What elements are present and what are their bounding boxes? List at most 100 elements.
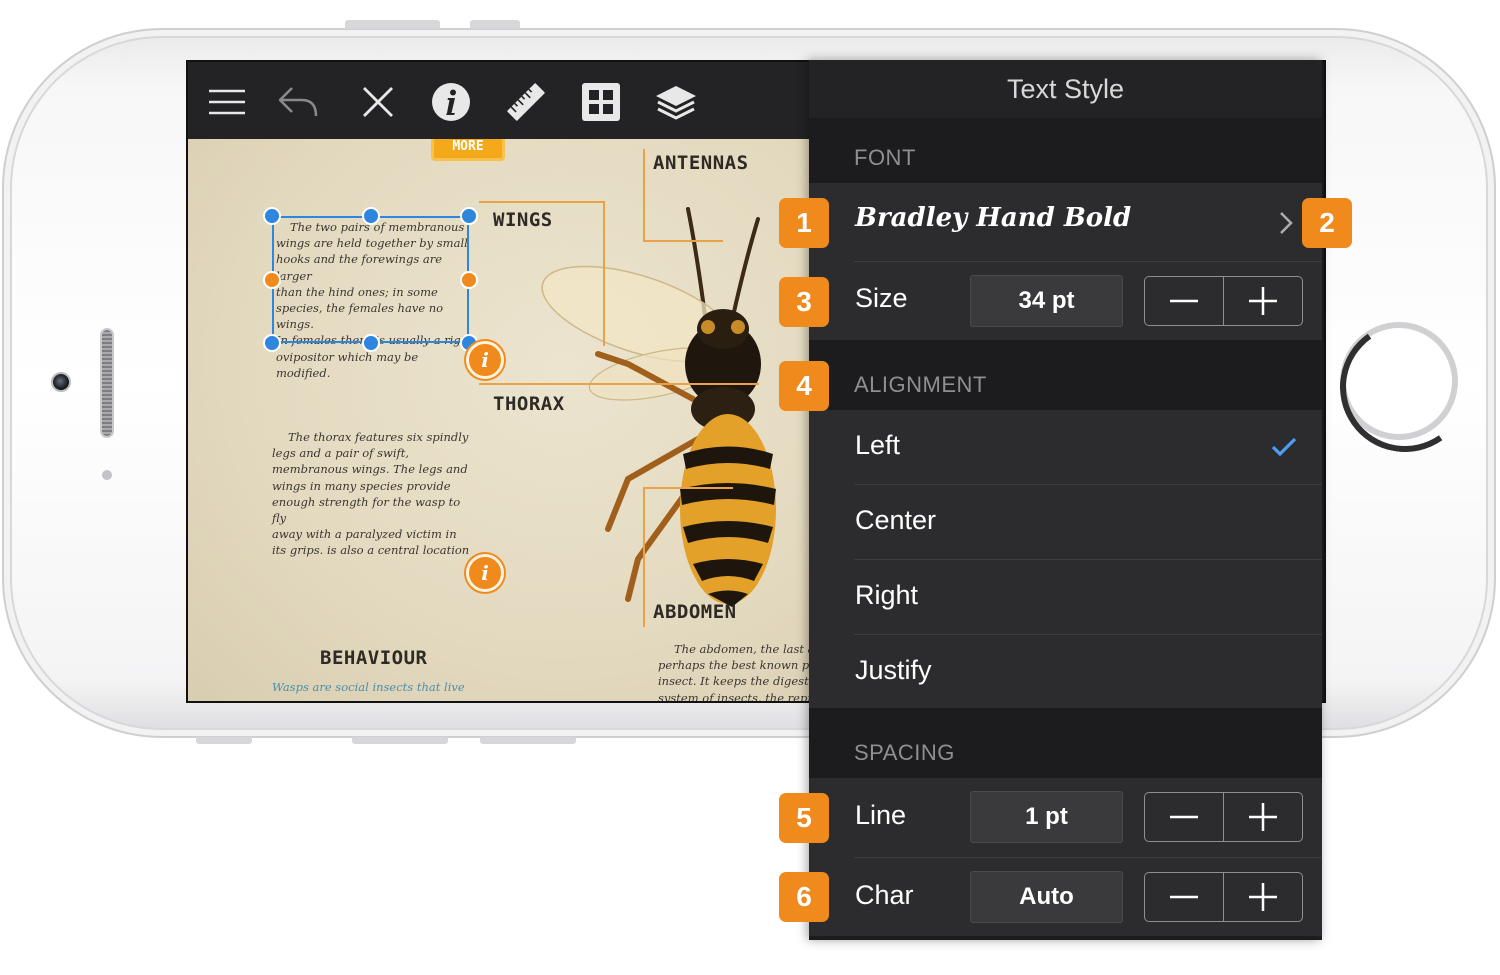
phone-button-top	[345, 20, 440, 29]
line-spacing-stepper	[1144, 792, 1303, 842]
layers-icon[interactable]	[654, 80, 698, 124]
wings-leader-line	[479, 201, 604, 203]
divider	[854, 261, 1322, 262]
callout-badge-1: 1	[779, 198, 829, 248]
minus-icon	[1170, 815, 1198, 819]
antennas-leader-line	[643, 149, 645, 241]
alignment-section: Left Center Right Justify	[809, 410, 1322, 708]
abdomen-text-block[interactable]: The abdomen, the last an perhaps the bes…	[658, 641, 813, 703]
resize-handle-top[interactable]	[362, 207, 380, 225]
text-line: wings in many species provide	[272, 478, 451, 493]
ruler-icon[interactable]	[504, 80, 548, 124]
size-value-field[interactable]: 34 pt	[970, 275, 1123, 327]
wings-leader-line	[603, 201, 605, 346]
plus-icon	[1249, 287, 1277, 315]
alignment-label: Justify	[855, 655, 932, 685]
panel-title: Text Style	[809, 60, 1322, 118]
proximity-sensor	[102, 470, 112, 480]
text-line: system of insects, the repro	[658, 690, 813, 703]
phone-button-bottom	[196, 737, 252, 744]
behaviour-label: BEHAVIOUR	[320, 647, 428, 669]
size-stepper	[1144, 276, 1303, 326]
divider	[854, 857, 1322, 858]
resize-handle-left[interactable]	[263, 271, 281, 289]
size-label: Size	[855, 283, 908, 313]
callout-badge-5: 5	[779, 793, 829, 843]
more-button[interactable]: MORE	[431, 139, 505, 161]
document-canvas[interactable]: MORE ANTENNAS WINGS THORAX ABDOMEN BEHAV…	[188, 139, 813, 703]
minus-icon	[1170, 299, 1198, 303]
resize-handle-right[interactable]	[460, 271, 478, 289]
antennas-label: ANTENNAS	[653, 152, 749, 174]
close-icon[interactable]	[356, 80, 400, 124]
wings-label: WINGS	[493, 209, 553, 231]
phone-button-top	[470, 20, 520, 29]
char-spacing-label: Char	[855, 880, 914, 910]
thorax-label: THORAX	[493, 393, 565, 415]
text-line: The abdomen, the last an	[674, 642, 813, 656]
decrease-char-spacing-button[interactable]	[1145, 873, 1223, 921]
abdomen-leader-line	[643, 487, 645, 627]
undo-icon[interactable]	[276, 80, 320, 124]
callout-badge-6: 6	[779, 872, 829, 922]
resize-handle-bottom[interactable]	[362, 334, 380, 352]
decrease-size-button[interactable]	[1145, 277, 1223, 325]
text-line: ovipositor which may be modified.	[276, 349, 419, 380]
spacing-section-header: SPACING	[854, 740, 955, 765]
callout-badge-4: 4	[779, 361, 829, 411]
info-button-icon[interactable]: i	[466, 554, 504, 592]
thorax-text-block[interactable]: The thorax features six spindly legs and…	[272, 429, 477, 559]
alignment-option-left[interactable]: Left	[809, 410, 1322, 484]
media-icon[interactable]	[579, 80, 623, 124]
spacing-section: Line 1 pt Char Auto	[809, 778, 1322, 936]
text-line: perhaps the best known part	[658, 658, 813, 673]
alignment-section-header: ALIGNMENT	[854, 372, 987, 397]
resize-handle-bottom-left[interactable]	[263, 334, 281, 352]
checkmark-icon	[1271, 437, 1297, 457]
font-section-header: FONT	[854, 145, 916, 170]
resize-handle-top-left[interactable]	[263, 207, 281, 225]
top-toolbar	[188, 62, 813, 139]
alignment-option-right[interactable]: Right	[809, 560, 1322, 634]
text-line: membranous wings. The legs and	[272, 462, 468, 477]
increase-size-button[interactable]	[1223, 277, 1302, 325]
font-picker-row[interactable]: Bradley Hand Bold	[809, 183, 1322, 261]
behaviour-text[interactable]: Wasps are social insects that live	[272, 679, 465, 695]
text-line: legs and a pair of swift,	[272, 446, 410, 461]
chevron-right-icon	[1280, 212, 1293, 234]
abdomen-leader-line	[643, 487, 733, 489]
font-section: Bradley Hand Bold Size 34 pt	[809, 183, 1322, 340]
info-icon[interactable]	[429, 80, 473, 124]
phone-button-bottom	[480, 737, 576, 744]
alignment-label: Right	[855, 580, 919, 610]
increase-line-spacing-button[interactable]	[1223, 793, 1302, 841]
alignment-option-justify[interactable]: Justify	[809, 635, 1322, 708]
info-button-icon[interactable]: i	[466, 341, 504, 379]
phone-button-bottom	[352, 737, 448, 744]
text-line: The thorax features six spindly	[288, 430, 469, 444]
alignment-label: Center	[855, 505, 937, 535]
thorax-leader-line	[479, 383, 759, 385]
earpiece-speaker	[100, 328, 114, 438]
alignment-label: Left	[855, 430, 901, 460]
text-line: its grips. is also a central location	[272, 543, 470, 558]
text-line: away with a paralyzed victim in	[272, 527, 457, 542]
increase-char-spacing-button[interactable]	[1223, 873, 1302, 921]
callout-badge-2: 2	[1302, 198, 1352, 248]
antennas-leader-line	[643, 240, 723, 242]
text-line: insect. It keeps the digestive	[658, 674, 813, 689]
selection-box[interactable]	[272, 216, 469, 343]
line-spacing-label: Line	[855, 800, 907, 830]
resize-handle-top-right[interactable]	[460, 207, 478, 225]
decrease-line-spacing-button[interactable]	[1145, 793, 1223, 841]
callout-badge-3: 3	[779, 277, 829, 327]
alignment-option-center[interactable]: Center	[809, 485, 1322, 559]
front-camera	[51, 372, 71, 392]
menu-icon[interactable]	[205, 80, 249, 124]
char-spacing-field[interactable]: Auto	[970, 871, 1123, 923]
home-button[interactable]	[1340, 322, 1458, 440]
line-spacing-field[interactable]: 1 pt	[970, 791, 1123, 843]
text-line: enough strength for the wasp to fly	[272, 494, 461, 526]
text-style-panel: Text Style FONT Bradley Hand Bold Size 3…	[809, 60, 1322, 940]
abdomen-label: ABDOMEN	[653, 601, 737, 623]
